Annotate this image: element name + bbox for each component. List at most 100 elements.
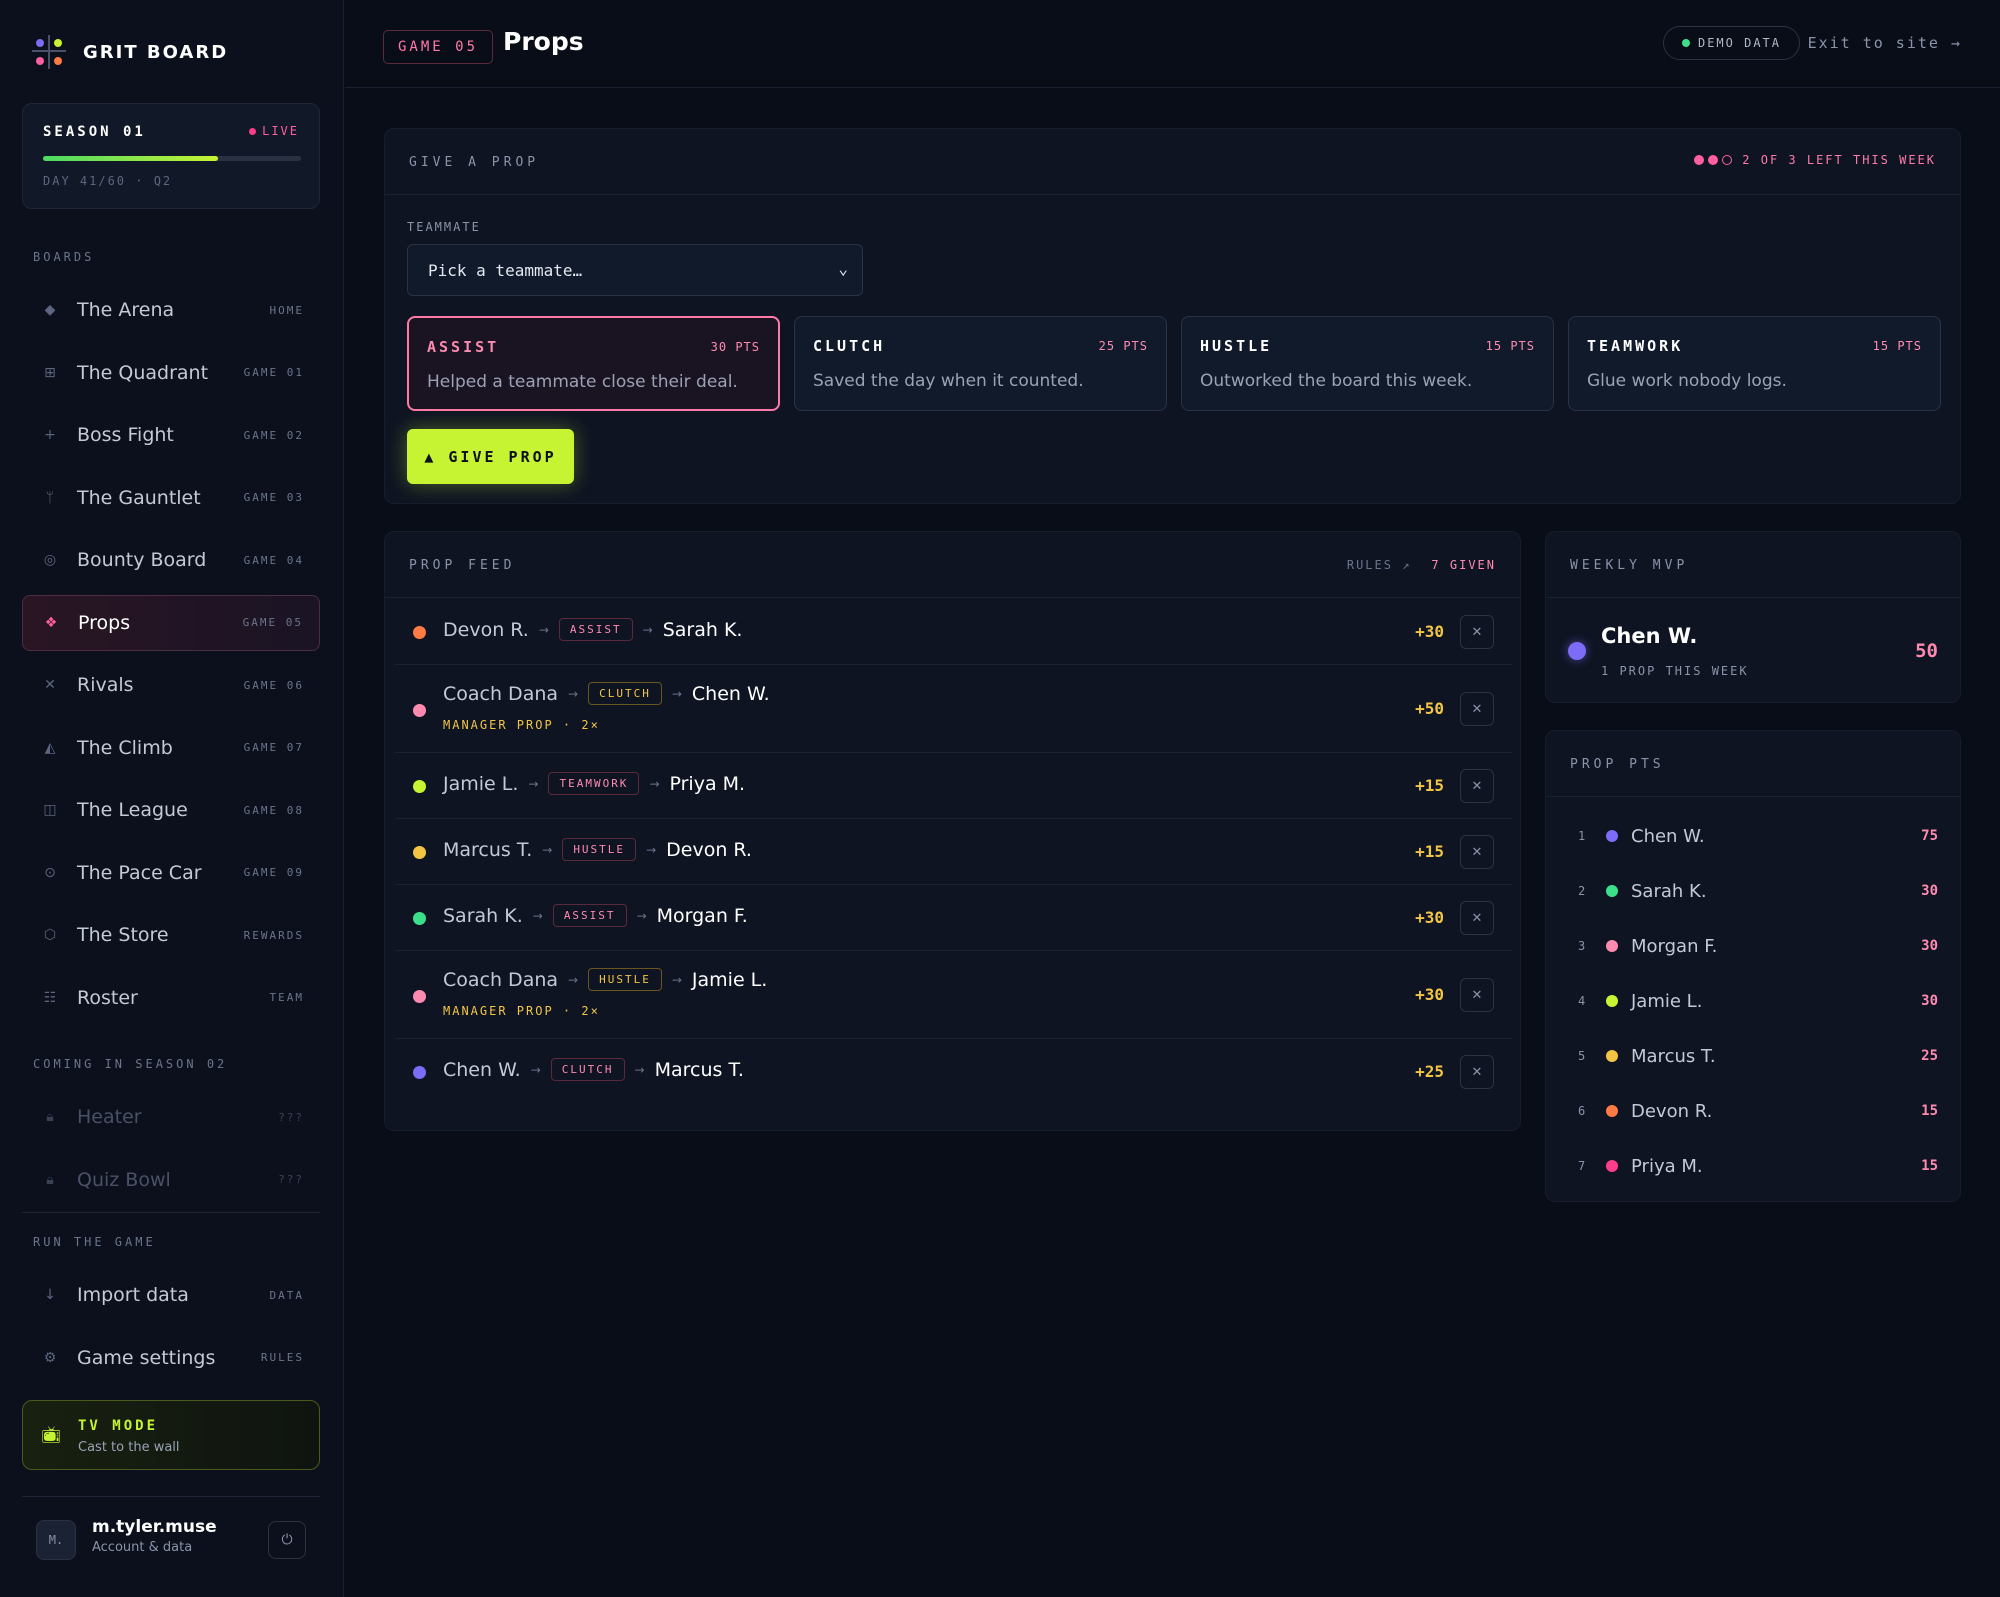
sidebar-item-the-pace-car[interactable]: ⊙ The Pace Car GAME 09 xyxy=(22,845,320,901)
feed-to: Morgan F. xyxy=(656,904,748,927)
manager-prop-label: MANAGER PROP · 2× xyxy=(443,1004,600,1018)
arrow-right-icon: → xyxy=(568,972,579,987)
close-icon[interactable]: ✕ xyxy=(1460,901,1494,935)
arrow-right-icon: → xyxy=(646,842,657,857)
sidebar-item-game-settings[interactable]: ⚙ Game settings RULES xyxy=(22,1330,320,1386)
feed-points: +15 xyxy=(1415,842,1444,861)
sidebar-item-the-arena[interactable]: ◆ The Arena HOME xyxy=(22,282,320,338)
prop-type-description: Helped a teammate close their deal. xyxy=(427,372,738,392)
manager-prop-label: MANAGER PROP · 2× xyxy=(443,718,600,732)
arrow-right-icon: → xyxy=(568,686,579,701)
columns-icon: ◫ xyxy=(43,802,57,818)
close-icon[interactable]: ✕ xyxy=(1460,615,1494,649)
sidebar-item-tag: GAME 07 xyxy=(243,741,304,754)
given-count: 7 GIVEN xyxy=(1431,558,1496,572)
sidebar-item-props[interactable]: ❖ Props GAME 05 xyxy=(22,594,320,651)
sidebar-item-roster[interactable]: ☷ Roster TEAM xyxy=(22,970,320,1026)
close-icon[interactable]: ✕ xyxy=(1460,978,1494,1012)
prop-type-name: HUSTLE xyxy=(1200,337,1273,355)
prop-type-points: 25 PTS xyxy=(1098,339,1148,353)
user-dot-icon xyxy=(413,912,426,925)
user-dot-icon xyxy=(413,846,426,859)
rules-link[interactable]: RULES ↗ xyxy=(1347,558,1412,572)
sidebar-item-the-league[interactable]: ◫ The League GAME 08 xyxy=(22,782,320,838)
table-row: Coach Dana → HUSTLE → Jamie L. MANAGER PROP ·… xyxy=(395,951,1512,1039)
user-name: m.tyler.muse xyxy=(92,1517,217,1537)
fork-icon: ᛘ xyxy=(45,489,55,506)
player-name: Sarah K. xyxy=(1631,880,1707,902)
feed-to: Sarah K. xyxy=(662,618,743,641)
demo-data-badge[interactable]: DEMO DATA xyxy=(1662,26,1800,60)
arrow-right-icon: → xyxy=(649,776,660,791)
close-icon[interactable]: ✕ xyxy=(1460,692,1494,726)
sidebar-item-rivals[interactable]: ✕ Rivals GAME 06 xyxy=(22,657,320,713)
brand[interactable]: GRIT BOARD xyxy=(30,33,228,71)
sidebar-item-the-quadrant[interactable]: ⊞ The Quadrant GAME 01 xyxy=(22,345,320,401)
list-item: 7 Priya M. 15 xyxy=(1546,1146,1960,1186)
sidebar-item-label: Heater xyxy=(77,1106,142,1128)
sidebar-item-label: The Quadrant xyxy=(77,361,209,384)
close-icon[interactable]: ✕ xyxy=(1460,835,1494,869)
sidebar-item-tag: DATA xyxy=(269,1288,304,1302)
panel-title: PROP PTS xyxy=(1570,757,1665,772)
season-progress-bar xyxy=(43,156,301,161)
user-dot-icon xyxy=(1606,995,1618,1007)
sidebar-item-bounty-board[interactable]: ◎ Bounty Board GAME 04 xyxy=(22,532,320,588)
live-badge: LIVE xyxy=(249,124,299,138)
mvp-points: 50 xyxy=(1915,640,1938,662)
rank-number: 1 xyxy=(1578,829,1586,843)
feed-line: Coach Dana → HUSTLE → Jamie L. xyxy=(443,968,767,991)
tv-icon: 📺︎ xyxy=(41,1425,62,1444)
gauge-icon: ⊙ xyxy=(44,864,56,881)
user-dot-icon xyxy=(413,704,426,717)
mountain-icon: ◭ xyxy=(44,739,56,756)
crosshair-icon: + xyxy=(44,427,56,443)
player-name: Priya M. xyxy=(1631,1155,1703,1177)
arrow-right-icon: → xyxy=(538,622,549,637)
sidebar-item-quiz-bowl[interactable]: 🔒︎ Quiz Bowl??? xyxy=(22,1152,320,1208)
prop-type-hustle[interactable]: HUSTLE 15 PTS Outworked the board this wee… xyxy=(1181,316,1554,411)
feed-line: Marcus T. → HUSTLE → Devon R. xyxy=(443,838,752,861)
sidebar-item-import-data[interactable]: ↓ Import data DATA xyxy=(22,1267,320,1323)
teammate-select[interactable]: Pick a teammate… ⌄ xyxy=(407,244,863,296)
close-icon[interactable]: ✕ xyxy=(1460,769,1494,803)
rank-number: 5 xyxy=(1578,1049,1586,1063)
give-prop-button[interactable]: ▲ GIVE PROP xyxy=(407,429,574,484)
prop-type-name: ASSIST xyxy=(427,338,500,356)
lock-icon: 🔒︎ xyxy=(46,1109,54,1125)
sidebar-item-heater[interactable]: 🔒︎ Heater??? xyxy=(22,1089,320,1145)
feed-from: Jamie L. xyxy=(443,772,519,795)
panel-header: PROP FEED RULES ↗ 7 GIVEN xyxy=(385,532,1520,598)
weekly-mvp-panel: WEEKLY MVP Chen W. 1 PROP THIS WEEK 50 xyxy=(1545,531,1961,703)
prop-type-chip: TEAMWORK xyxy=(548,772,640,795)
close-icon[interactable]: ✕ xyxy=(1460,1055,1494,1089)
feed-line: Chen W. → CLUTCH → Marcus T. xyxy=(443,1058,744,1081)
prop-type-assist[interactable]: ASSIST 30 PTS Helped a teammate close thei… xyxy=(407,316,780,411)
tv-mode-sub: Cast to the wall xyxy=(78,1440,180,1455)
sidebar-item-boss-fight[interactable]: + Boss Fight GAME 02 xyxy=(22,407,320,463)
sidebar-item-label: Import data xyxy=(77,1284,189,1306)
prop-type-clutch[interactable]: CLUTCH 25 PTS Saved the day when it counte… xyxy=(794,316,1167,411)
prop-type-chip: ASSIST xyxy=(552,904,627,927)
player-name: Devon R. xyxy=(1631,1100,1713,1122)
run-section-label: RUN THE GAME xyxy=(33,1235,156,1249)
user-dot-icon xyxy=(413,626,426,639)
player-name: Marcus T. xyxy=(1631,1045,1716,1067)
user-dot-icon xyxy=(1606,940,1618,952)
tv-mode-button[interactable]: 📺︎ TV MODE Cast to the wall xyxy=(22,1400,320,1470)
lock-icon: 🔒︎ xyxy=(46,1171,54,1188)
list-item: 3 Morgan F. 30 xyxy=(1546,926,1960,966)
sidebar-item-the-store[interactable]: ⬡ The Store REWARDS xyxy=(22,907,320,963)
feed-points: +50 xyxy=(1415,699,1444,718)
prop-type-description: Glue work nobody logs. xyxy=(1587,371,1787,391)
sidebar-item-tag: HOME xyxy=(269,303,304,317)
prop-type-teamwork[interactable]: TEAMWORK 15 PTS Glue work nobody logs. xyxy=(1568,316,1941,411)
sidebar-item-the-climb[interactable]: ◭ The Climb GAME 07 xyxy=(22,720,320,776)
sidebar-item-tag: GAME 05 xyxy=(242,616,303,629)
user-row[interactable]: M. m.tyler.muse Account & data ⏻ xyxy=(22,1496,320,1576)
sidebar-item-the-gauntlet[interactable]: ᛘ The Gauntlet GAME 03 xyxy=(22,470,320,526)
exit-link[interactable]: Exit to site → xyxy=(1808,34,1962,52)
power-icon[interactable]: ⏻ xyxy=(268,1521,306,1559)
sidebar-item-tag: GAME 08 xyxy=(243,803,304,817)
feed-to: Devon R. xyxy=(666,838,752,861)
